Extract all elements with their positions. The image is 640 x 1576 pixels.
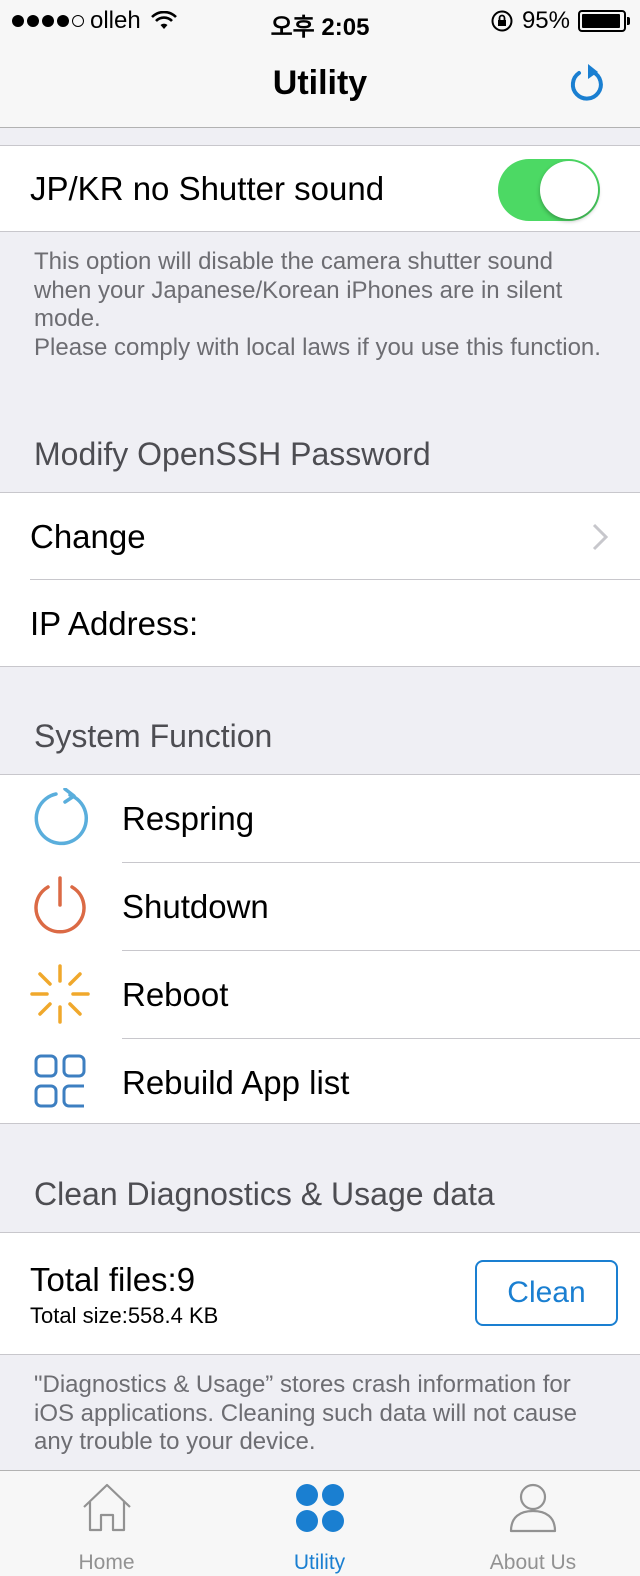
app-grid-icon [34,1054,86,1108]
total-size-label: Total size:558.4 KB [30,1303,219,1328]
tab-utility[interactable]: Utility [213,1471,426,1576]
tab-home[interactable]: Home [0,1471,213,1576]
ip-address-row: IP Address: [0,580,640,667]
openssh-header: Modify OpenSSH Password [34,436,431,472]
respring-label: Respring [122,800,255,837]
home-icon [82,1483,131,1532]
navigation-bar: Utility [0,40,640,128]
orientation-lock-icon [491,10,513,32]
shutter-description: This option will disable the camera shut… [34,248,614,362]
respring-icon [34,788,88,846]
battery-icon [578,10,630,32]
clean-button[interactable]: Clean [475,1260,618,1326]
shutter-sound-toggle[interactable] [498,159,600,221]
shutter-description-line-1: This option will disable the camera shut… [34,248,563,332]
toggle-knob [540,161,598,219]
tab-about-us[interactable]: About Us [426,1471,640,1576]
rebuild-app-list-row[interactable]: Rebuild App list [0,1039,640,1125]
diagnostics-header: Clean Diagnostics & Usage data [34,1176,495,1212]
status-bar: olleh 오후 2:05 95% [0,0,640,41]
utility-dots-icon [295,1484,344,1532]
diagnostics-description: "Diagnostics & Usage” stores crash infor… [34,1371,577,1455]
status-right: 95% [490,7,630,35]
tab-utility-label: Utility [293,1551,346,1574]
respring-row[interactable]: Respring [0,775,640,862]
system-function-group: Respring Shutdown Reboot Rebuild App lis… [0,774,640,1124]
shutdown-row[interactable]: Shutdown [0,863,640,950]
diagnostics-cell: Total files:9 Total size:558.4 KB Clean [0,1232,640,1355]
change-password-row[interactable]: Change [0,493,640,579]
power-icon [34,876,86,934]
battery-percent: 95% [521,7,570,34]
page-title: Utility [272,64,368,102]
reboot-icon [30,964,90,1024]
change-label: Change [30,518,146,555]
total-files-label: Total files:9 [30,1261,196,1298]
ip-address-label: IP Address: [30,605,199,642]
reboot-row[interactable]: Reboot [0,951,640,1038]
system-function-header: System Function [34,718,273,754]
openssh-group: Change IP Address: [0,492,640,667]
tab-bar: Home Utility About Us [0,1470,640,1576]
tab-home-label: Home [78,1551,135,1574]
tab-about-us-label: About Us [489,1551,577,1574]
shutdown-label: Shutdown [122,888,269,925]
chevron-right-icon [592,523,608,551]
rebuild-app-list-label: Rebuild App list [122,1064,350,1101]
reboot-label: Reboot [122,976,229,1013]
shutter-sound-cell: JP/KR no Shutter sound [0,145,640,232]
refresh-icon[interactable] [566,62,610,106]
shutter-sound-label: JP/KR no Shutter sound [30,170,385,207]
shutter-description-line-2: Please comply with local laws if you use… [34,333,601,361]
person-icon [509,1483,557,1533]
